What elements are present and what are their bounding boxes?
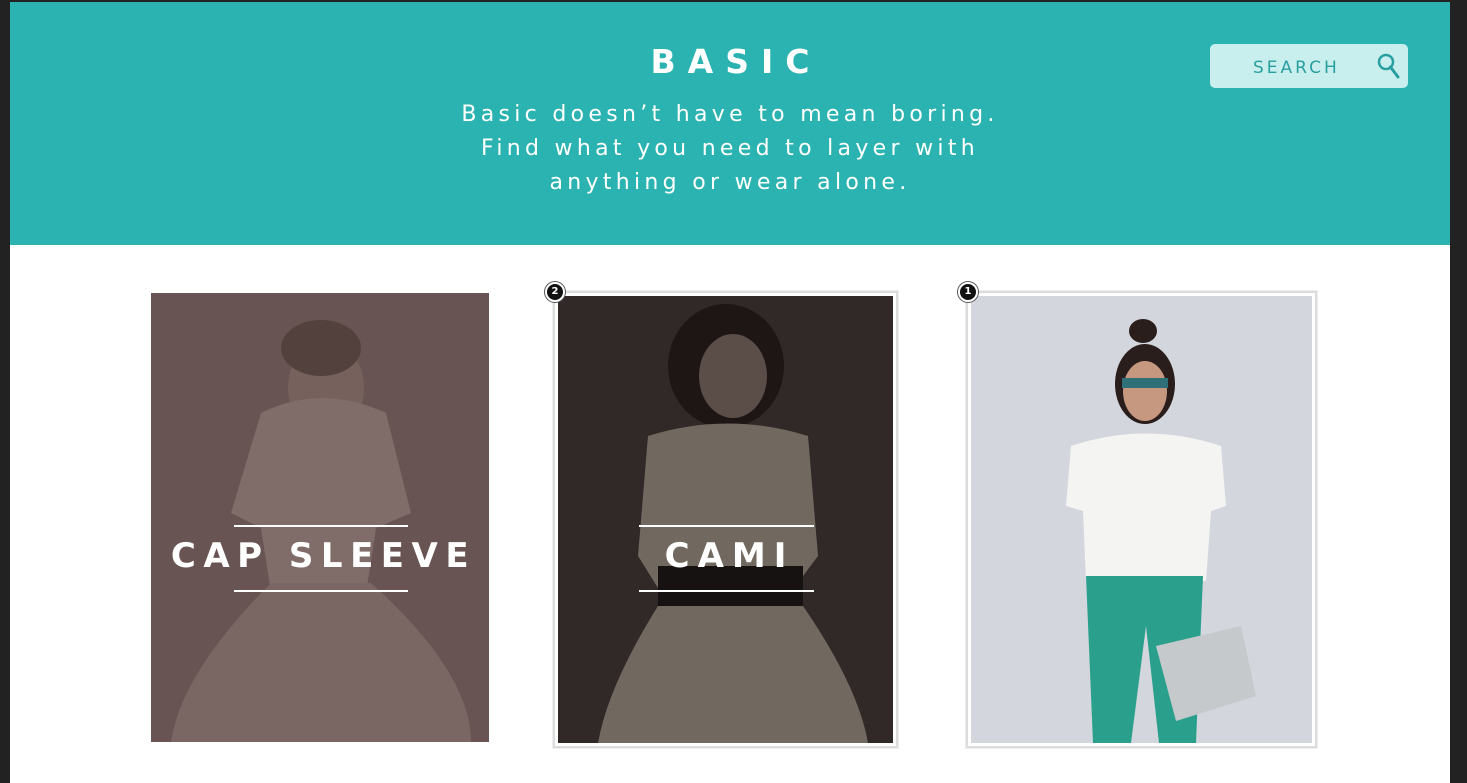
tagline-line: Basic doesn’t have to mean boring. [461, 102, 999, 127]
search-icon[interactable] [1376, 52, 1402, 80]
tagline-line: Find what you need to layer with [480, 136, 980, 161]
divider-bottom [639, 590, 814, 592]
card-badge: 1 [958, 282, 978, 302]
category-label: CAP SLEEVE [170, 536, 477, 576]
category-card-cami[interactable]: CAMI [553, 291, 898, 748]
page: BASIC Basic doesn’t have to mean boring.… [10, 2, 1450, 783]
divider-top [234, 525, 408, 527]
tagline-line: anything or wear alone. [549, 170, 911, 195]
tee-photo [971, 296, 1312, 743]
category-card-cap-sleeve[interactable]: CAP SLEEVE [151, 293, 489, 742]
divider-bottom [234, 590, 408, 592]
category-header: BASIC Basic doesn’t have to mean boring.… [10, 2, 1450, 245]
tagline: Basic doesn’t have to mean boring. Find … [380, 98, 1080, 200]
category-label: CAMI [664, 536, 795, 576]
card-badge: 2 [545, 282, 565, 302]
search-box[interactable]: SEARCH [1210, 44, 1408, 88]
search-label: SEARCH [1253, 58, 1340, 78]
divider-top [639, 525, 814, 527]
cami-photo [558, 296, 893, 743]
category-card-tee[interactable] [966, 291, 1317, 748]
cap-sleeve-photo [151, 293, 489, 742]
